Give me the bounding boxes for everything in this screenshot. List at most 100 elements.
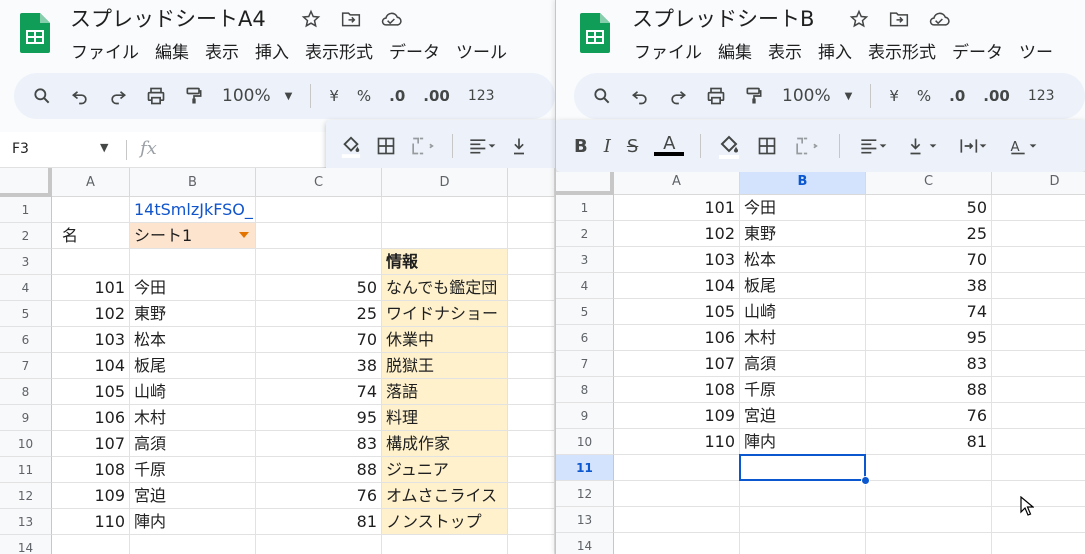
column-header-e[interactable] (508, 168, 555, 197)
cell-name[interactable]: 宮迫 (130, 483, 256, 509)
borders-icon[interactable] (376, 136, 396, 156)
menu-insert[interactable]: 挿入 (255, 38, 289, 63)
cell-id[interactable]: 103 (52, 327, 130, 353)
cell-id[interactable]: 107 (52, 431, 130, 457)
row-header[interactable]: 11 (0, 457, 52, 483)
cell-name[interactable]: 松本 (130, 327, 256, 353)
cell-score[interactable]: 25 (866, 221, 992, 247)
cell-score[interactable]: 50 (256, 275, 382, 301)
grid-cell[interactable] (992, 377, 1085, 403)
cell-info[interactable]: 落語 (382, 379, 508, 405)
grid-cell[interactable] (740, 481, 866, 507)
row-header[interactable]: 10 (556, 429, 614, 455)
row-header[interactable]: 10 (0, 431, 52, 457)
menu-file[interactable]: ファイル (71, 38, 139, 63)
grid-cell[interactable] (52, 249, 130, 275)
cell-name[interactable]: 千原 (130, 457, 256, 483)
cell-score[interactable]: 70 (866, 247, 992, 273)
cell-score[interactable]: 38 (256, 353, 382, 379)
chevron-down-icon[interactable]: ▼ (100, 141, 108, 154)
column-header-a[interactable]: A (52, 168, 130, 197)
star-icon[interactable] (846, 8, 872, 30)
cell-info[interactable]: 料理 (382, 405, 508, 431)
cell-id[interactable]: 104 (52, 353, 130, 379)
cell-id[interactable]: 109 (52, 483, 130, 509)
column-header-b[interactable]: B (740, 172, 866, 195)
cloud-status-icon[interactable] (926, 8, 952, 30)
cell-name[interactable]: 山崎 (740, 299, 866, 325)
cell-name[interactable]: 陣内 (130, 509, 256, 535)
cell-d3-header[interactable]: 情報 (382, 249, 508, 275)
grid-cell[interactable] (866, 455, 992, 481)
select-all-corner[interactable] (0, 168, 52, 197)
dropdown-chip-cell[interactable]: シート1 (130, 223, 256, 249)
cell-id[interactable]: 102 (52, 301, 130, 327)
column-header-b[interactable]: B (130, 168, 256, 197)
grid-cell[interactable] (508, 223, 555, 249)
cell-name[interactable]: 千原 (740, 377, 866, 403)
row-header[interactable]: 3 (556, 247, 614, 273)
grid-cell[interactable] (992, 429, 1085, 455)
cell-name[interactable]: 東野 (130, 301, 256, 327)
menu-data[interactable]: データ (389, 38, 440, 63)
search-icon[interactable] (32, 86, 52, 106)
cell-score[interactable]: 25 (256, 301, 382, 327)
row-header[interactable]: 13 (556, 507, 614, 533)
cell-score[interactable]: 74 (256, 379, 382, 405)
row-header[interactable]: 14 (0, 535, 52, 554)
grid-cell[interactable] (992, 325, 1085, 351)
vertical-align-icon[interactable] (511, 136, 527, 156)
cell-score[interactable]: 88 (256, 457, 382, 483)
row-header[interactable]: 2 (0, 223, 52, 249)
cell-name[interactable]: 木村 (130, 405, 256, 431)
italic-button[interactable]: I (604, 136, 611, 157)
cell-name[interactable]: 松本 (740, 247, 866, 273)
cell-id[interactable]: 109 (614, 403, 740, 429)
cell-id[interactable]: 105 (52, 379, 130, 405)
grid-cell[interactable] (614, 455, 740, 481)
grid-cell[interactable] (992, 299, 1085, 325)
sheets-logo-icon[interactable] (20, 13, 50, 53)
text-color-button[interactable]: A (654, 135, 685, 156)
cell-name[interactable]: 木村 (740, 325, 866, 351)
row-header[interactable]: 8 (0, 379, 52, 405)
grid-cell[interactable] (508, 405, 555, 431)
cell-info[interactable]: ワイドナショー (382, 301, 508, 327)
cell-id[interactable]: 110 (614, 429, 740, 455)
cell-id[interactable]: 106 (614, 325, 740, 351)
cell-name[interactable]: 板尾 (130, 353, 256, 379)
paint-format-icon[interactable] (744, 86, 764, 106)
vertical-align-icon[interactable] (906, 136, 940, 156)
grid-cell[interactable] (508, 327, 555, 353)
cell-score[interactable]: 74 (866, 299, 992, 325)
grid-cell[interactable] (508, 249, 555, 275)
strikethrough-button[interactable]: S (627, 136, 638, 157)
undo-icon[interactable] (70, 86, 90, 106)
grid-cell[interactable] (508, 535, 555, 554)
cell-id[interactable]: 103 (614, 247, 740, 273)
row-header[interactable]: 9 (0, 405, 52, 431)
cell-id[interactable]: 110 (52, 509, 130, 535)
grid-cell[interactable] (992, 455, 1085, 481)
fill-handle[interactable] (861, 476, 870, 485)
redo-icon[interactable] (108, 86, 128, 106)
grid-cell[interactable] (52, 197, 130, 223)
menu-insert[interactable]: 挿入 (818, 38, 852, 63)
grid-cell[interactable] (256, 535, 382, 554)
cell-score[interactable]: 70 (256, 327, 382, 353)
document-title[interactable]: スプレッドシートB (632, 3, 814, 33)
cell-info[interactable]: ノンストップ (382, 509, 508, 535)
row-header[interactable]: 1 (556, 195, 614, 221)
star-icon[interactable] (298, 8, 324, 30)
merge-cells-icon[interactable] (793, 136, 823, 156)
cell-name[interactable]: 今田 (740, 195, 866, 221)
row-header[interactable]: 12 (556, 481, 614, 507)
grid-cell[interactable] (992, 195, 1085, 221)
row-header[interactable]: 14 (556, 533, 614, 554)
grid-cell[interactable] (508, 431, 555, 457)
search-icon[interactable] (592, 86, 612, 106)
row-header[interactable]: 2 (556, 221, 614, 247)
print-icon[interactable] (146, 86, 166, 106)
cell-score[interactable]: 38 (866, 273, 992, 299)
row-header[interactable]: 7 (0, 353, 52, 379)
